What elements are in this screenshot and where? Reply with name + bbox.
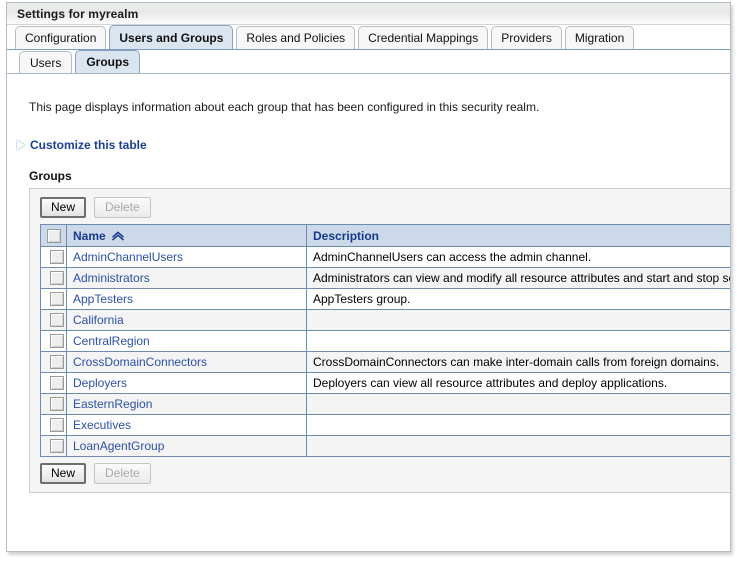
- row-checkbox[interactable]: [50, 418, 64, 432]
- select-all-header: [41, 225, 67, 247]
- cell-description: [307, 415, 731, 436]
- select-all-checkbox[interactable]: [47, 229, 61, 243]
- row-select-cell: [41, 247, 67, 268]
- table-row[interactable]: CrossDomainConnectors CrossDomainConnect…: [41, 352, 731, 373]
- row-checkbox[interactable]: [50, 271, 64, 285]
- group-name-link[interactable]: LoanAgentGroup: [73, 439, 164, 453]
- intro-text: This page displays information about eac…: [29, 100, 730, 114]
- table-row[interactable]: Administrators Administrators can view a…: [41, 268, 731, 289]
- new-button-bottom[interactable]: New: [40, 463, 86, 484]
- cell-name: AppTesters: [67, 289, 307, 310]
- row-select-cell: [41, 436, 67, 457]
- row-select-cell: [41, 394, 67, 415]
- group-name-link[interactable]: AppTesters: [73, 292, 133, 306]
- row-checkbox[interactable]: [50, 334, 64, 348]
- triangle-right-icon: [17, 140, 25, 150]
- cell-name: Deployers: [67, 373, 307, 394]
- subtab-groups[interactable]: Groups: [75, 50, 140, 73]
- secondary-tab-bar: Users Groups: [7, 50, 730, 74]
- tab-providers[interactable]: Providers: [491, 26, 562, 49]
- group-name-link[interactable]: CrossDomainConnectors: [73, 355, 207, 369]
- cell-name: California: [67, 310, 307, 331]
- row-select-cell: [41, 331, 67, 352]
- row-checkbox[interactable]: [50, 292, 64, 306]
- row-checkbox[interactable]: [50, 439, 64, 453]
- tab-credential-mappings[interactable]: Credential Mappings: [358, 26, 488, 49]
- table-row[interactable]: Executives: [41, 415, 731, 436]
- cell-description: AdminChannelUsers can access the admin c…: [307, 247, 731, 268]
- page-title: Settings for myrealm: [17, 7, 138, 21]
- table-row[interactable]: LoanAgentGroup: [41, 436, 731, 457]
- row-checkbox[interactable]: [50, 355, 64, 369]
- cell-description: Administrators can view and modify all r…: [307, 268, 731, 289]
- table-row[interactable]: CentralRegion: [41, 331, 731, 352]
- cell-name: Administrators: [67, 268, 307, 289]
- groups-table-body: AdminChannelUsers AdminChannelUsers can …: [41, 247, 731, 457]
- cell-name: LoanAgentGroup: [67, 436, 307, 457]
- table-toolbar-top: New Delete: [30, 195, 730, 224]
- table-row[interactable]: Deployers Deployers can view all resourc…: [41, 373, 731, 394]
- groups-table-head: Name Description: [41, 225, 731, 247]
- cell-description: AppTesters group.: [307, 289, 731, 310]
- row-select-cell: [41, 310, 67, 331]
- table-row[interactable]: AppTesters AppTesters group.: [41, 289, 731, 310]
- cell-description: [307, 436, 731, 457]
- tab-migration[interactable]: Migration: [565, 26, 634, 49]
- cell-description: [307, 310, 731, 331]
- table-toolbar-bottom: New Delete: [30, 457, 730, 486]
- row-checkbox[interactable]: [50, 397, 64, 411]
- cell-description: [307, 331, 731, 352]
- customize-this-table-toggle[interactable]: Customize this table: [17, 138, 730, 152]
- cell-name: AdminChannelUsers: [67, 247, 307, 268]
- groups-table-wrap: Name Description: [40, 224, 730, 457]
- group-name-link[interactable]: EasternRegion: [73, 397, 152, 411]
- groups-panel: New Delete: [29, 188, 730, 493]
- table-row[interactable]: AdminChannelUsers AdminChannelUsers can …: [41, 247, 731, 268]
- cell-name: Executives: [67, 415, 307, 436]
- delete-button-top: Delete: [94, 197, 151, 218]
- column-header-name[interactable]: Name: [67, 225, 307, 247]
- group-name-link[interactable]: Executives: [73, 418, 131, 432]
- sort-ascending-icon: [111, 231, 125, 241]
- tab-users-and-groups[interactable]: Users and Groups: [109, 25, 233, 49]
- new-button-top[interactable]: New: [40, 197, 86, 218]
- group-name-link[interactable]: Deployers: [73, 376, 127, 390]
- cell-name: CrossDomainConnectors: [67, 352, 307, 373]
- row-select-cell: [41, 373, 67, 394]
- row-checkbox[interactable]: [50, 376, 64, 390]
- table-header-row: Name Description: [41, 225, 731, 247]
- row-select-cell: [41, 268, 67, 289]
- table-row[interactable]: EasternRegion: [41, 394, 731, 415]
- group-name-link[interactable]: CentralRegion: [73, 334, 150, 348]
- subtab-users[interactable]: Users: [19, 51, 72, 73]
- tab-roles-and-policies[interactable]: Roles and Policies: [236, 26, 355, 49]
- group-name-link[interactable]: California: [73, 313, 124, 327]
- customize-this-table-link[interactable]: Customize this table: [30, 138, 147, 152]
- cell-name: CentralRegion: [67, 331, 307, 352]
- cell-description: Deployers can view all resource attribut…: [307, 373, 731, 394]
- section-title-groups: Groups: [29, 169, 730, 183]
- tab-configuration[interactable]: Configuration: [15, 26, 106, 49]
- row-select-cell: [41, 415, 67, 436]
- column-header-name-label: Name: [73, 229, 106, 243]
- table-row[interactable]: California: [41, 310, 731, 331]
- group-name-link[interactable]: AdminChannelUsers: [73, 250, 183, 264]
- cell-name: EasternRegion: [67, 394, 307, 415]
- row-select-cell: [41, 289, 67, 310]
- page-content: This page displays information about eac…: [7, 100, 730, 493]
- cell-description: [307, 394, 731, 415]
- groups-table: Name Description: [40, 224, 730, 457]
- primary-tab-bar: Configuration Users and Groups Roles and…: [7, 25, 730, 50]
- delete-button-bottom: Delete: [94, 463, 151, 484]
- window-titlebar: Settings for myrealm: [7, 3, 730, 25]
- column-header-description[interactable]: Description: [307, 225, 731, 247]
- group-name-link[interactable]: Administrators: [73, 271, 150, 285]
- cell-description: CrossDomainConnectors can make inter-dom…: [307, 352, 731, 373]
- row-checkbox[interactable]: [50, 313, 64, 327]
- row-select-cell: [41, 352, 67, 373]
- settings-window: Settings for myrealm Configuration Users…: [6, 2, 731, 552]
- row-checkbox[interactable]: [50, 250, 64, 264]
